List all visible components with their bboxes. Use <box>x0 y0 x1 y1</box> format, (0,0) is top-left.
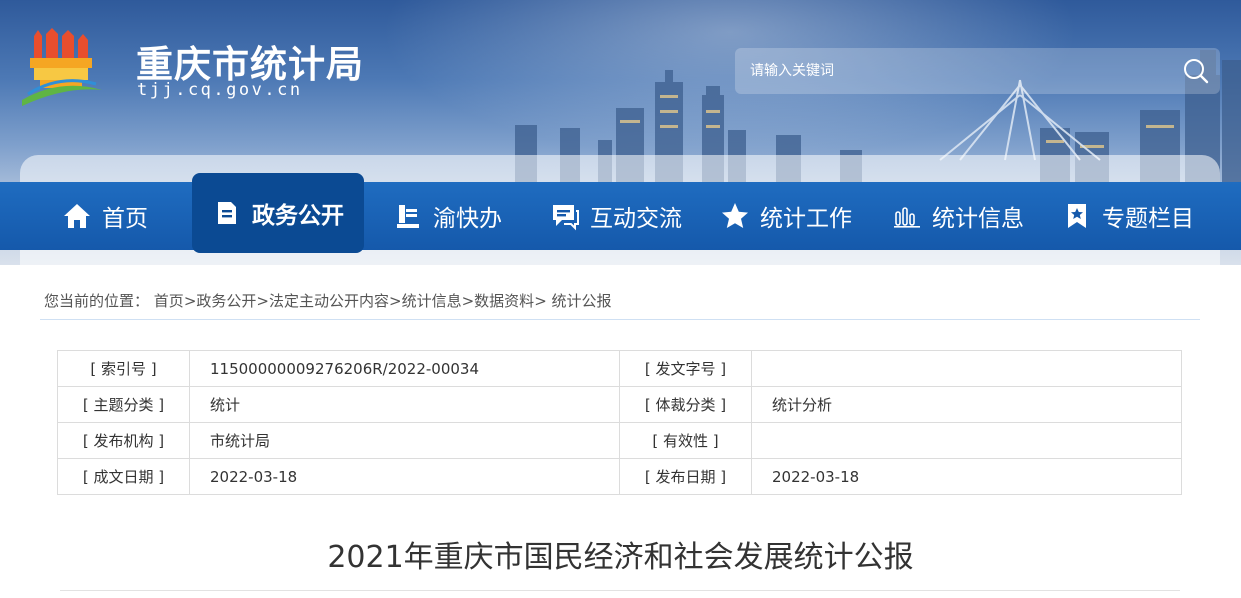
main-nav: 首页 政务公开 渝快办 互动交流 统计工作 统计信息 专题栏目 <box>0 173 1241 253</box>
table-row: [ 成文日期 ] 2022-03-18 [ 发布日期 ] 2022-03-18 <box>57 458 1182 495</box>
nav-item-statistics-work[interactable]: 统计工作 <box>720 182 852 250</box>
nav-item-home[interactable]: 首页 <box>62 182 148 250</box>
nav-item-label: 渝快办 <box>433 206 502 232</box>
breadcrumb-divider <box>40 319 1200 320</box>
document-icon <box>212 198 242 228</box>
nav-item-statistics-info[interactable]: 统计信息 <box>892 182 1024 250</box>
nav-item-yukuaiban[interactable]: 渝快办 <box>393 182 502 250</box>
breadcrumb-link[interactable]: 首页 <box>154 292 184 310</box>
meta-key-index-number: [ 索引号 ] <box>57 350 190 387</box>
nav-item-label: 政务公开 <box>252 203 344 229</box>
nav-item-interaction[interactable]: 互动交流 <box>550 182 682 250</box>
search-box <box>735 48 1220 94</box>
title-divider <box>60 590 1180 591</box>
meta-key-genre-category: [ 体裁分类 ] <box>619 386 752 423</box>
breadcrumb-link[interactable]: 数据资料 <box>474 292 534 310</box>
breadcrumb-separator: > <box>389 292 402 310</box>
article-title: 2021年重庆市国民经济和社会发展统计公报 <box>327 540 914 575</box>
meta-key-document-number: [ 发文字号 ] <box>619 350 752 387</box>
chat-icon <box>550 201 580 231</box>
breadcrumb-link[interactable]: 统计公报 <box>552 292 612 310</box>
document-meta-table: [ 索引号 ] 11500000009276206R/2022-00034 [ … <box>57 350 1182 495</box>
table-row: [ 发布机构 ] 市统计局 [ 有效性 ] <box>57 422 1182 459</box>
meta-key-publish-date: [ 发布日期 ] <box>619 458 752 495</box>
meta-value-written-date: 2022-03-18 <box>189 458 620 495</box>
nav-item-label: 统计工作 <box>760 206 852 232</box>
search-icon[interactable] <box>1182 57 1210 85</box>
city-gate-logo-icon <box>22 28 102 106</box>
meta-key-subject-category: [ 主题分类 ] <box>57 386 190 423</box>
meta-value-validity <box>751 422 1182 459</box>
nav-item-label: 互动交流 <box>590 206 682 232</box>
breadcrumb: 您当前的位置： 首页>政务公开>法定主动公开内容>统计信息>数据资料> 统计公报 <box>44 290 612 311</box>
breadcrumb-link[interactable]: 法定主动公开内容 <box>269 292 389 310</box>
breadcrumb-separator: > <box>256 292 269 310</box>
breadcrumb-separator: > <box>461 292 475 310</box>
breadcrumb-separator: > <box>183 292 197 310</box>
meta-key-written-date: [ 成文日期 ] <box>57 458 190 495</box>
meta-value-publish-date: 2022-03-18 <box>751 458 1182 495</box>
breadcrumb-separator: > <box>534 292 547 310</box>
home-icon <box>62 201 92 231</box>
meta-value-subject-category: 统计 <box>189 386 620 423</box>
meta-value-index-number: 11500000009276206R/2022-00034 <box>189 350 620 387</box>
meta-value-publisher: 市统计局 <box>189 422 620 459</box>
meta-value-genre-category: 统计分析 <box>751 386 1182 423</box>
breadcrumb-prefix: 您当前的位置： <box>44 292 150 310</box>
star-icon <box>720 201 750 231</box>
book-stack-icon <box>393 201 423 231</box>
nav-item-label: 专题栏目 <box>1102 206 1194 232</box>
bookmark-star-icon <box>1062 201 1092 231</box>
meta-key-validity: [ 有效性 ] <box>619 422 752 459</box>
table-row: [ 主题分类 ] 统计 [ 体裁分类 ] 统计分析 <box>57 386 1182 423</box>
meta-value-document-number <box>751 350 1182 387</box>
nav-item-government-affairs[interactable]: 政务公开 <box>192 173 364 253</box>
site-domain: tjj.cq.gov.cn <box>137 80 303 100</box>
nav-item-label: 统计信息 <box>932 206 1024 232</box>
table-row: [ 索引号 ] 11500000009276206R/2022-00034 [ … <box>57 350 1182 387</box>
breadcrumb-link[interactable]: 统计信息 <box>402 292 462 310</box>
meta-key-publisher: [ 发布机构 ] <box>57 422 190 459</box>
nav-item-label: 首页 <box>102 206 148 232</box>
search-input[interactable] <box>735 48 1165 94</box>
bar-chart-icon <box>892 201 922 231</box>
breadcrumb-link[interactable]: 政务公开 <box>196 292 256 310</box>
nav-item-special-topics[interactable]: 专题栏目 <box>1062 182 1194 250</box>
